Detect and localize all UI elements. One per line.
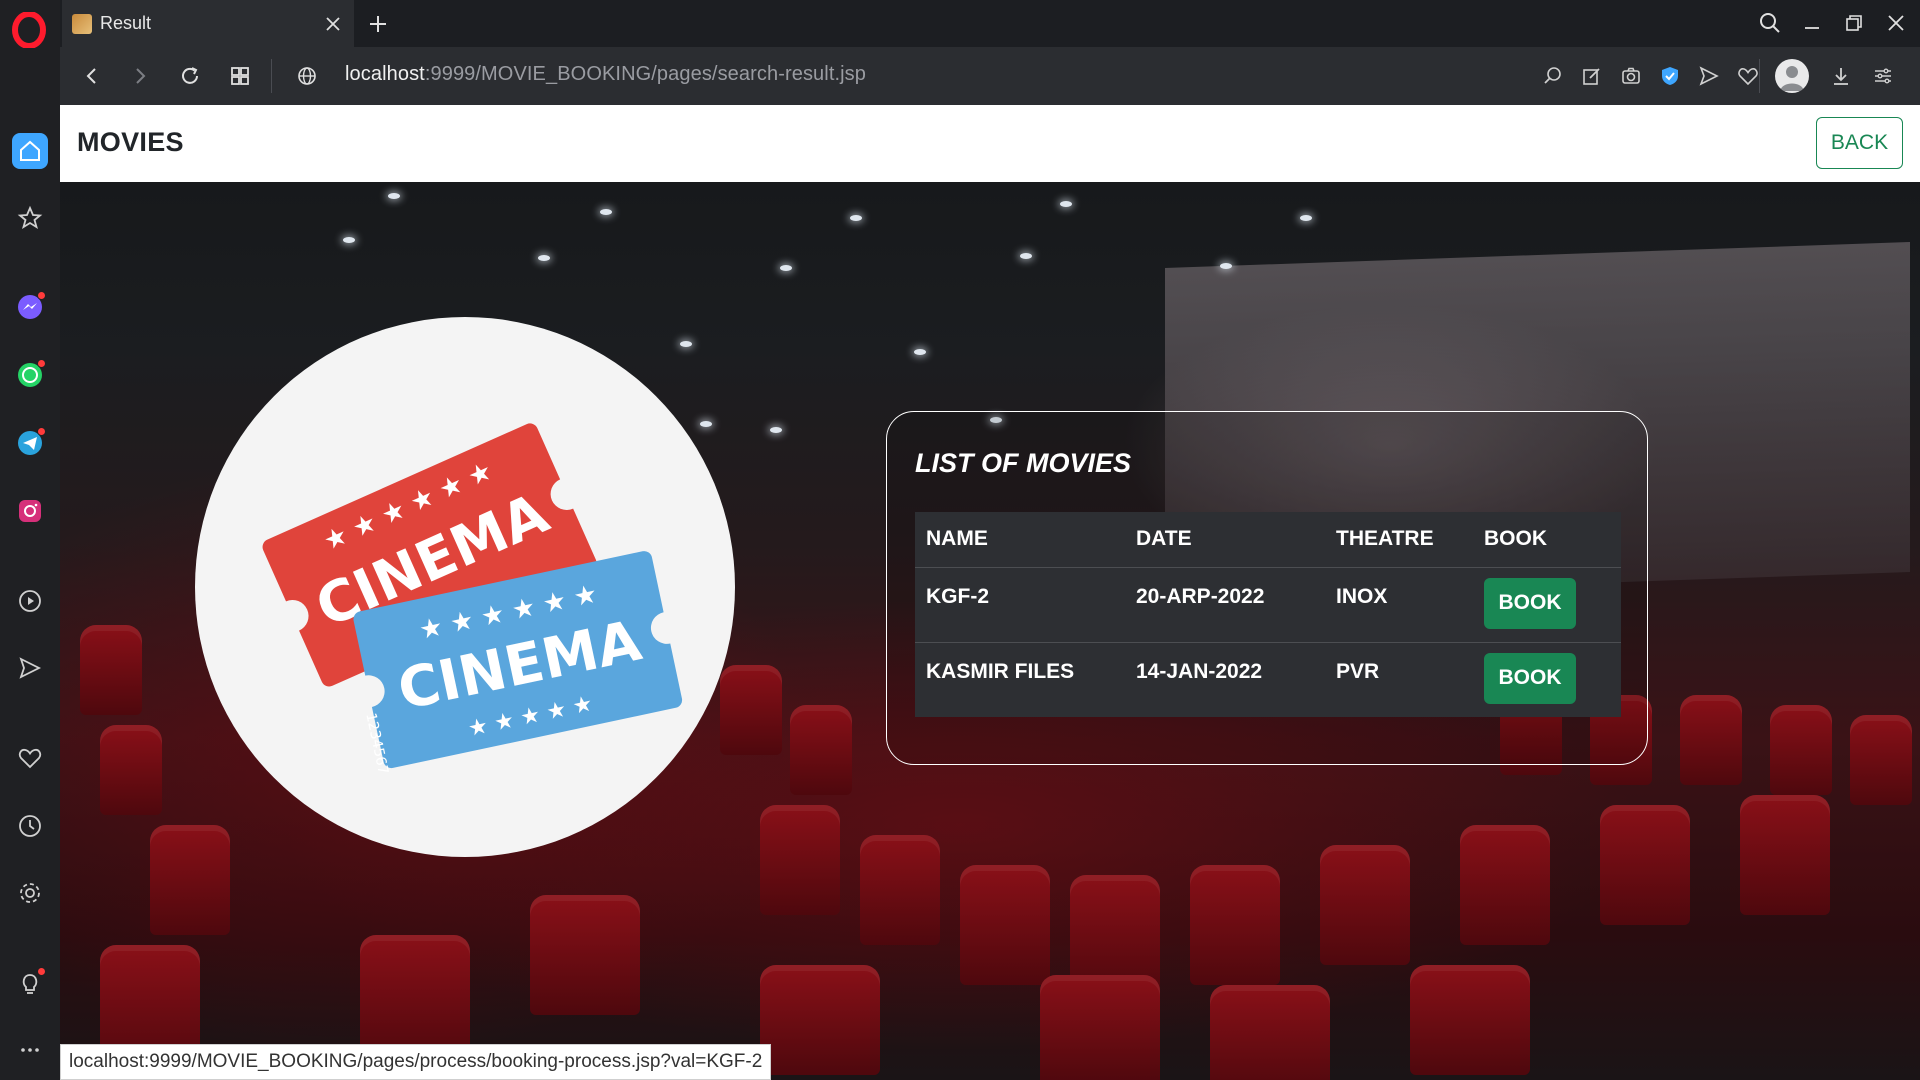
- history-icon[interactable]: [12, 808, 48, 844]
- send-share-icon[interactable]: [1694, 61, 1724, 91]
- camera-icon[interactable]: [1616, 61, 1646, 91]
- tab-strip: Result: [60, 0, 1920, 47]
- back-nav-icon[interactable]: [77, 61, 107, 91]
- new-tab-icon[interactable]: [362, 8, 394, 40]
- movie-theatre: INOX: [1325, 567, 1473, 643]
- back-button[interactable]: BACK: [1816, 117, 1903, 169]
- search-tabs-icon[interactable]: [1750, 6, 1790, 40]
- column-header-name: NAME: [915, 512, 1125, 568]
- bulb-icon[interactable]: [12, 965, 48, 1001]
- instagram-icon[interactable]: [12, 493, 48, 529]
- shield-icon[interactable]: [1655, 61, 1685, 91]
- movie-list-card: LIST OF MOVIES NAME DATE THEATRE BOOK KG…: [886, 411, 1648, 765]
- star-icon[interactable]: [12, 200, 48, 236]
- cinema-tickets-logo: CINEMA ★ ★ ★ ★ ★ ★ 1234567 ★ ★ ★ ★ ★ ★ C…: [195, 317, 735, 857]
- status-bar-link-preview: localhost:9999/MOVIE_BOOKING/pages/proce…: [60, 1044, 772, 1080]
- table-header-row: NAME DATE THEATRE BOOK: [915, 512, 1621, 568]
- more-icon[interactable]: [12, 1032, 48, 1068]
- telegram-icon[interactable]: [12, 425, 48, 461]
- book-cell: BOOK: [1473, 567, 1621, 643]
- movies-table: NAME DATE THEATRE BOOK KGF-2 20-ARP-2022…: [915, 512, 1621, 717]
- column-header-theatre: THEATRE: [1325, 512, 1473, 568]
- restore-icon[interactable]: [1834, 6, 1874, 40]
- movie-date: 20-ARP-2022: [1125, 567, 1325, 643]
- movie-theatre: PVR: [1336, 659, 1380, 683]
- settings-icon[interactable]: [12, 875, 48, 911]
- tab-title: Result: [100, 13, 152, 33]
- movie-date: 14-JAN-2022: [1136, 659, 1263, 683]
- page-search-icon[interactable]: [1538, 61, 1568, 91]
- close-window-icon[interactable]: [1876, 6, 1916, 40]
- easy-setup-icon[interactable]: [1868, 61, 1898, 91]
- navbar-brand[interactable]: MOVIES: [77, 127, 184, 158]
- download-icon[interactable]: [1826, 61, 1856, 91]
- reload-icon[interactable]: [175, 61, 205, 91]
- table-row: KGF-2 20-ARP-2022 INOX BOOK: [915, 567, 1621, 643]
- tab-result[interactable]: Result: [62, 0, 354, 47]
- messenger-icon[interactable]: [12, 289, 48, 325]
- edit-icon[interactable]: [1577, 61, 1607, 91]
- address-toolbar: localhost:9999/MOVIE_BOOKING/pages/searc…: [60, 47, 1920, 105]
- table-row: KASMIR FILES 14-JAN-2022 PVR BOOK: [915, 642, 1621, 717]
- book-cell: BOOK: [1473, 642, 1621, 717]
- url-host: localhost: [345, 63, 425, 85]
- player-icon[interactable]: [12, 583, 48, 619]
- browser-sidebar: [0, 0, 60, 1080]
- favicon-icon: [72, 13, 92, 34]
- whatsapp-icon[interactable]: [12, 357, 48, 393]
- tabs-grid-icon[interactable]: [225, 61, 255, 91]
- opera-logo-icon[interactable]: [11, 11, 47, 49]
- heart-icon[interactable]: [12, 740, 48, 776]
- globe-icon[interactable]: [292, 61, 322, 91]
- home-icon[interactable]: [12, 133, 48, 169]
- address-bar[interactable]: localhost:9999/MOVIE_BOOKING/pages/searc…: [345, 63, 866, 86]
- url-path: :9999/MOVIE_BOOKING/pages/search-result.…: [424, 63, 866, 85]
- column-header-book: BOOK: [1473, 512, 1621, 568]
- navbar: MOVIES BACK: [60, 105, 1920, 182]
- book-button-kasmir-files[interactable]: BOOK: [1484, 652, 1576, 704]
- page-viewport: MOVIES BACK CINEMA ★ ★ ★ ★ ★ ★ 1234567 ★…: [60, 105, 1920, 1080]
- column-header-date: DATE: [1125, 512, 1325, 568]
- minimize-icon[interactable]: [1792, 6, 1832, 40]
- movie-name: KASMIR FILES: [926, 659, 1075, 683]
- movie-name: KGF-2: [915, 567, 1125, 643]
- profile-avatar-icon[interactable]: [1775, 59, 1809, 93]
- send-icon[interactable]: [12, 650, 48, 686]
- forward-nav-icon[interactable]: [125, 61, 155, 91]
- book-button-kgf-2[interactable]: BOOK: [1484, 577, 1576, 629]
- card-title: LIST OF MOVIES: [915, 448, 1132, 478]
- close-tab-icon[interactable]: [318, 9, 348, 39]
